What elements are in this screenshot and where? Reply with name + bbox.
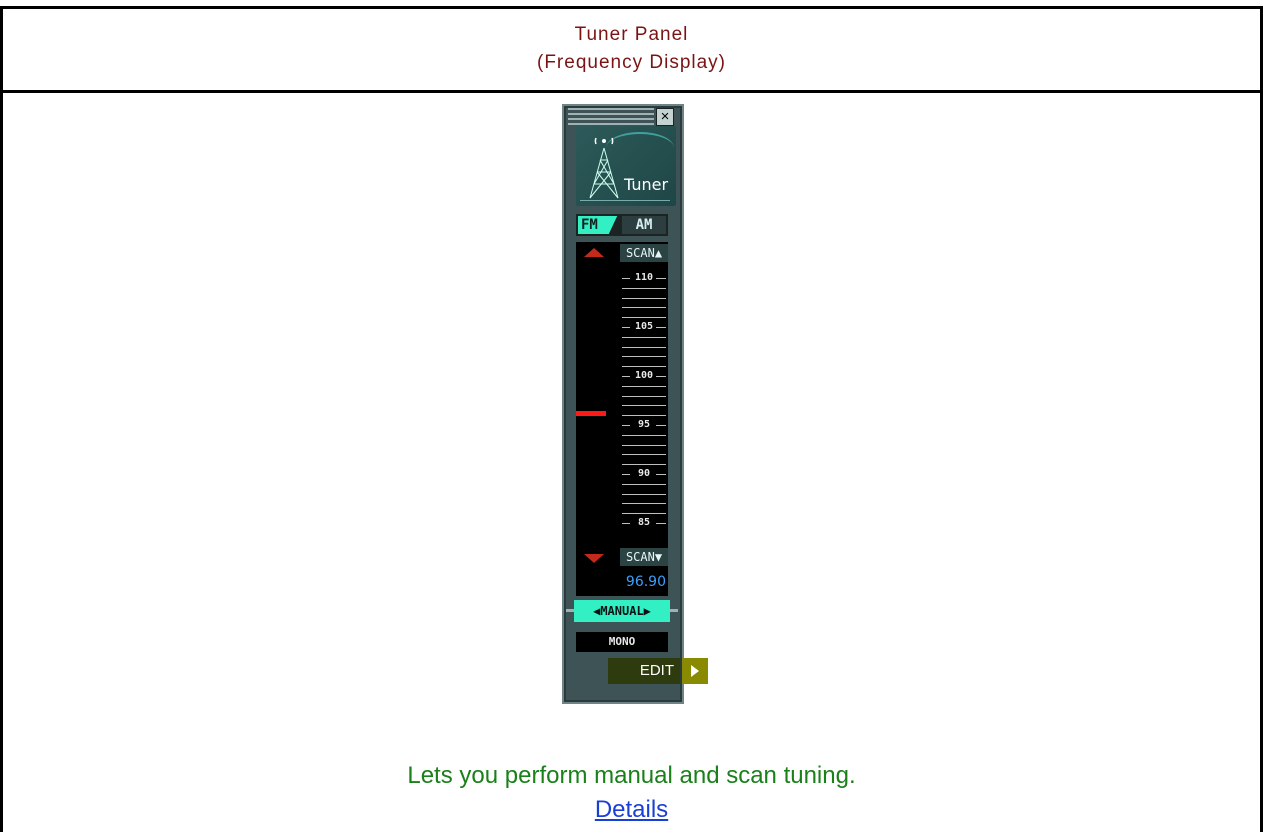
tick-line xyxy=(622,376,630,377)
band-selector: FM AM xyxy=(576,214,668,236)
scale-minor-tick xyxy=(622,405,666,406)
scale-minor-tick xyxy=(622,307,666,308)
scale-minor-tick xyxy=(622,396,666,397)
band-divider xyxy=(606,216,620,234)
scan-down-button[interactable]: SCAN▼ xyxy=(620,548,668,566)
frequency-readout: 96.90 xyxy=(625,574,666,590)
scale-label: 105 xyxy=(634,321,654,332)
scale-minor-tick xyxy=(622,484,666,485)
scale-minor-tick xyxy=(622,366,666,367)
tick-line xyxy=(622,327,630,328)
tick-line xyxy=(622,278,630,279)
scale-minor-tick xyxy=(622,386,666,387)
details-link[interactable]: Details xyxy=(595,796,668,823)
scale-major-tick: 110 xyxy=(622,272,666,284)
scale-minor-tick xyxy=(622,298,666,299)
close-button[interactable]: × xyxy=(656,108,674,126)
tuner-logo: Tuner xyxy=(576,126,676,206)
manual-tuning-button[interactable]: ◀MANUAL▶ xyxy=(574,600,670,622)
tick-line xyxy=(622,474,630,475)
scale-label: 100 xyxy=(634,370,654,381)
scale-minor-tick xyxy=(622,415,666,416)
scale-minor-tick xyxy=(622,445,666,446)
frequency-scale: 110 105 100 95 90 85 xyxy=(622,272,666,534)
scale-label: 85 xyxy=(637,517,651,528)
details-container: Details xyxy=(0,796,1263,824)
scale-major-tick: 95 xyxy=(622,419,666,431)
stereo-mono-indicator: MONO xyxy=(576,632,668,652)
tick-line xyxy=(656,327,666,328)
scale-minor-tick xyxy=(622,435,666,436)
scale-major-tick: 105 xyxy=(622,321,666,333)
header: Tuner Panel (Frequency Display) xyxy=(3,9,1260,93)
frequency-pointer[interactable] xyxy=(576,411,606,416)
scale-minor-tick xyxy=(622,513,666,514)
edit-arrow-icon[interactable] xyxy=(682,658,708,684)
tick-line xyxy=(622,425,630,426)
description-text: Lets you perform manual and scan tuning. xyxy=(407,762,856,789)
scale-label: 90 xyxy=(637,468,651,479)
tick-line xyxy=(656,376,666,377)
scale-minor-tick xyxy=(622,337,666,338)
edit-button[interactable]: EDIT xyxy=(608,658,680,684)
scale-minor-tick xyxy=(622,503,666,504)
scale-label: 95 xyxy=(637,419,651,430)
tick-line xyxy=(656,523,666,524)
scale-minor-tick xyxy=(622,288,666,289)
antenna-icon xyxy=(589,137,619,199)
window-drag-handle[interactable] xyxy=(568,108,654,126)
tune-up-arrow-icon[interactable] xyxy=(584,248,604,257)
scale-minor-tick xyxy=(622,356,666,357)
scale-major-tick: 90 xyxy=(622,468,666,480)
tune-down-arrow-icon[interactable] xyxy=(584,554,604,563)
tick-line xyxy=(622,523,630,524)
band-am-button[interactable]: AM xyxy=(622,216,666,234)
page-subtitle: (Frequency Display) xyxy=(537,52,726,73)
scale-major-tick: 100 xyxy=(622,370,666,382)
tuner-brand-label: Tuner xyxy=(624,175,669,194)
tick-line xyxy=(656,425,666,426)
divider xyxy=(580,200,670,201)
frequency-scale-area: SCAN▲ 110 105 100 95 90 85 SCAN▼ 96.90 xyxy=(576,242,668,596)
tick-line xyxy=(656,278,666,279)
scale-minor-tick xyxy=(622,494,666,495)
scale-major-tick: 85 xyxy=(622,517,666,529)
scale-minor-tick xyxy=(622,454,666,455)
tick-line xyxy=(656,474,666,475)
scale-minor-tick xyxy=(622,317,666,318)
scan-up-button[interactable]: SCAN▲ xyxy=(620,244,668,262)
tuner-panel: × Tuner FM AM SCAN▲ 110 105 100 95 90 85 SCAN… xyxy=(562,104,684,704)
scale-minor-tick xyxy=(622,347,666,348)
page-title: Tuner Panel xyxy=(574,24,689,45)
scale-minor-tick xyxy=(622,464,666,465)
scale-label: 110 xyxy=(634,272,654,283)
